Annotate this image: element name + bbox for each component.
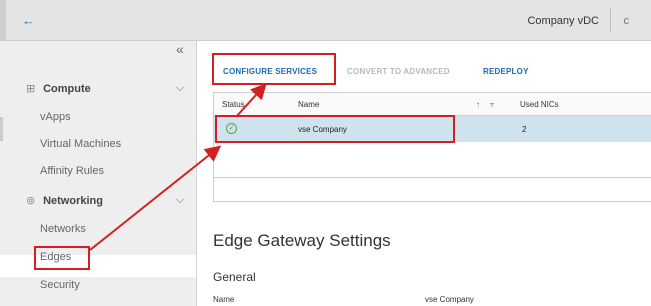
section-title: Edge Gateway Settings	[213, 231, 391, 250]
sidebar-item-security[interactable]: Security	[40, 279, 80, 291]
edge-marker	[0, 117, 3, 141]
column-header-name[interactable]: Name	[298, 100, 319, 109]
edges-grid: Status Name ↑ ▿ Used NICs ✓ vse Company …	[213, 92, 651, 202]
sidebar-item-affinity-rules[interactable]: Affinity Rules	[40, 165, 104, 177]
divider	[610, 8, 611, 32]
sidebar-item-virtual-machines[interactable]: Virtual Machines	[40, 138, 121, 150]
sidebar-category-label: Compute	[43, 83, 91, 95]
annotation-box-row	[215, 115, 455, 143]
name-value: vse Company	[425, 295, 474, 304]
grid-icon: ⊞	[26, 83, 36, 95]
left-edge	[0, 0, 6, 40]
network-icon: ⊚	[26, 195, 36, 207]
selected-item-highlight	[0, 255, 196, 277]
grid-header: Status Name ↑ ▿ Used NICs	[214, 93, 651, 116]
sort-arrow-icon[interactable]: ↑	[476, 100, 480, 109]
chevron-down-icon[interactable]: ⌵	[176, 194, 184, 207]
chevron-double-left-icon[interactable]: «	[176, 41, 184, 57]
truncated-text: c	[623, 15, 630, 27]
redeploy-button[interactable]: REDEPLOY	[483, 67, 529, 76]
arrow-left-icon[interactable]: ←	[22, 13, 35, 28]
sidebar: « ⊞ Compute ⌵ vApps Virtual Machines Aff…	[0, 41, 197, 306]
sidebar-item-vapps[interactable]: vApps	[40, 111, 71, 123]
column-header-used-nics[interactable]: Used NICs	[520, 100, 559, 109]
main-content: CONFIGURE SERVICES CONVERT TO ADVANCED R…	[197, 41, 651, 306]
top-bar: ← Company vDC c	[0, 0, 651, 41]
vdc-context-label[interactable]: Company vDC	[527, 15, 599, 27]
sidebar-category-label: Networking	[43, 195, 103, 207]
grid-footer-divider	[214, 177, 651, 178]
chevron-down-icon[interactable]: ⌵	[176, 82, 184, 95]
convert-to-advanced-button[interactable]: CONVERT TO ADVANCED	[347, 67, 450, 76]
sidebar-item-networks[interactable]: Networks	[40, 223, 86, 235]
column-header-status[interactable]: Status	[222, 100, 245, 109]
sidebar-category-compute[interactable]: ⊞ Compute	[26, 82, 91, 95]
annotation-box-configure	[212, 53, 336, 85]
name-key: Name	[213, 295, 235, 304]
general-heading: General	[213, 270, 256, 284]
cell-used-nics: 2	[522, 125, 527, 134]
filter-icon[interactable]: ▿	[490, 100, 494, 109]
sidebar-category-networking[interactable]: ⊚ Networking	[26, 194, 103, 207]
annotation-box-edges	[34, 246, 90, 270]
